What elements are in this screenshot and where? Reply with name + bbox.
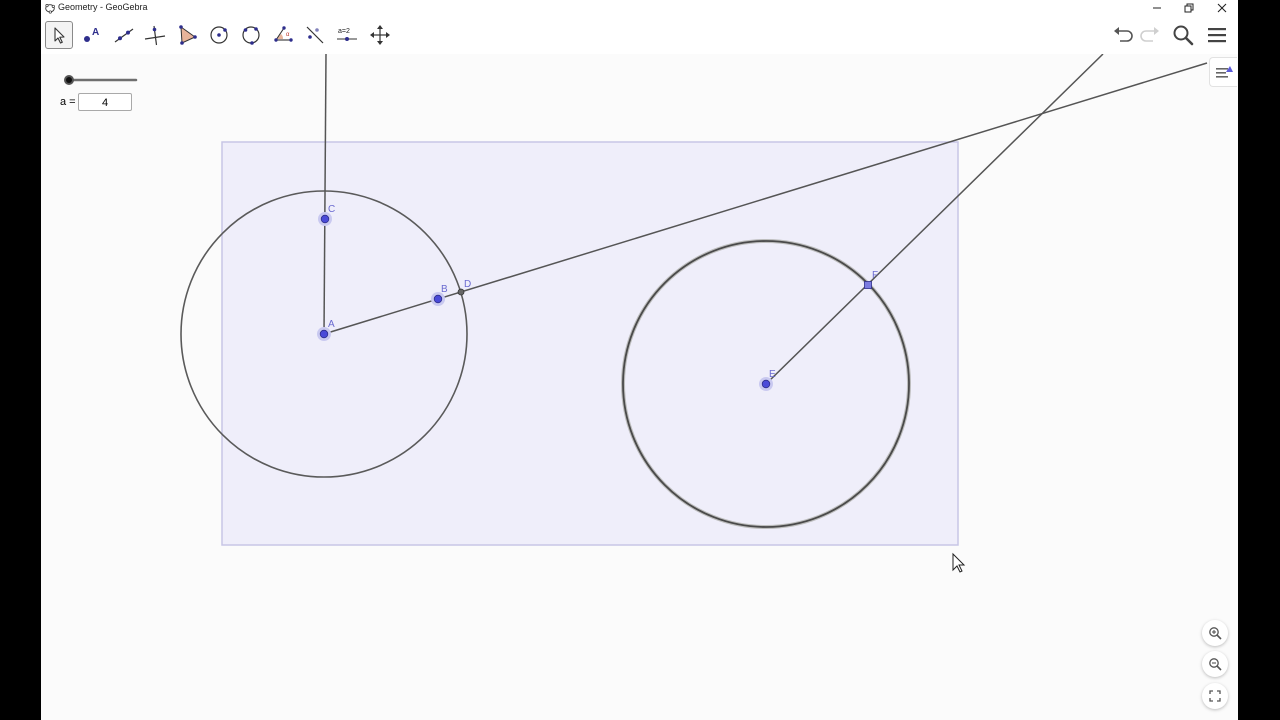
mouse-cursor-icon [952, 552, 966, 573]
zoom-out-button[interactable] [1202, 651, 1228, 677]
line-tool-button[interactable] [110, 21, 138, 49]
slider-value-input[interactable]: 4 [78, 93, 132, 111]
undo-icon [1114, 27, 1133, 42]
undo-button[interactable] [1110, 23, 1136, 47]
perpendicular-tool-button[interactable] [141, 21, 169, 49]
slider-handle-center [66, 77, 72, 83]
label-d: D [464, 279, 471, 290]
move-graphics-tool-button[interactable] [366, 21, 394, 49]
point-b[interactable] [433, 294, 443, 304]
close-icon [1217, 3, 1227, 13]
graphics-view[interactable]: A B C D E F a = 4 [41, 54, 1238, 720]
window-title: Geometry - GeoGebra [58, 2, 148, 12]
line-through-points-icon [114, 28, 134, 43]
polygon-tool-button[interactable] [173, 21, 201, 49]
geometry-canvas[interactable]: A B C D E F [41, 54, 1238, 720]
zoom-out-icon [1209, 658, 1222, 671]
arrow-pointer-icon [54, 27, 65, 44]
circle-center-point-tool-button[interactable] [205, 21, 233, 49]
point-tool-button[interactable]: A [78, 21, 106, 49]
main-menu-button[interactable] [1204, 23, 1230, 47]
angle-tool-button[interactable]: α [269, 21, 297, 49]
slider-tool-button[interactable]: a=2 [333, 21, 361, 49]
move-view-icon [370, 25, 390, 45]
point-c[interactable] [320, 214, 330, 224]
slider-label: a = [60, 96, 76, 108]
geogebra-window: Geometry - GeoGebra A α a=2 A B C D E F … [41, 0, 1238, 720]
search-button[interactable] [1170, 23, 1196, 47]
polygon-icon [179, 25, 197, 45]
label-b: B [441, 284, 448, 295]
redo-button[interactable] [1137, 23, 1163, 47]
move-tool-button[interactable] [45, 21, 73, 49]
title-bar: Geometry - GeoGebra [41, 0, 1238, 16]
svg-text:A: A [92, 27, 99, 38]
slider-icon: a=2 [337, 28, 357, 41]
angle-icon: α [274, 26, 293, 42]
zoom-in-button[interactable] [1202, 620, 1228, 646]
style-bar-toggle[interactable] [1209, 57, 1237, 87]
toolbar: A α a=2 [41, 16, 1238, 54]
svg-text:α: α [286, 32, 290, 38]
label-f: F [872, 270, 878, 281]
label-e: E [769, 369, 776, 380]
polygon-rectangle[interactable] [221, 141, 959, 546]
restore-button[interactable] [1174, 0, 1204, 16]
hamburger-menu-icon [1208, 28, 1226, 43]
style-bar-icon [1215, 66, 1233, 78]
geogebra-logo-icon [45, 4, 55, 14]
minimize-button[interactable] [1142, 0, 1172, 16]
fullscreen-icon [1209, 690, 1221, 702]
zoom-in-icon [1209, 627, 1222, 640]
reflect-about-line-icon [306, 26, 324, 44]
svg-text:a=2: a=2 [338, 28, 350, 35]
redo-icon [1140, 27, 1159, 42]
restore-icon [1184, 3, 1194, 13]
close-button[interactable] [1207, 0, 1237, 16]
circle-center-icon [210, 26, 228, 44]
perpendicular-line-icon [144, 25, 166, 46]
point-e[interactable] [761, 379, 771, 389]
circle-three-points-icon [242, 26, 260, 45]
search-icon [1173, 25, 1194, 46]
point-a-icon: A [84, 27, 99, 42]
circle-three-points-tool-button[interactable] [237, 21, 265, 49]
minimize-icon [1153, 7, 1161, 9]
label-c: C [328, 204, 335, 215]
fullscreen-button[interactable] [1202, 683, 1228, 709]
point-f[interactable] [864, 281, 872, 289]
label-a: A [328, 319, 335, 330]
point-a[interactable] [319, 329, 329, 339]
reflect-tool-button[interactable] [301, 21, 329, 49]
